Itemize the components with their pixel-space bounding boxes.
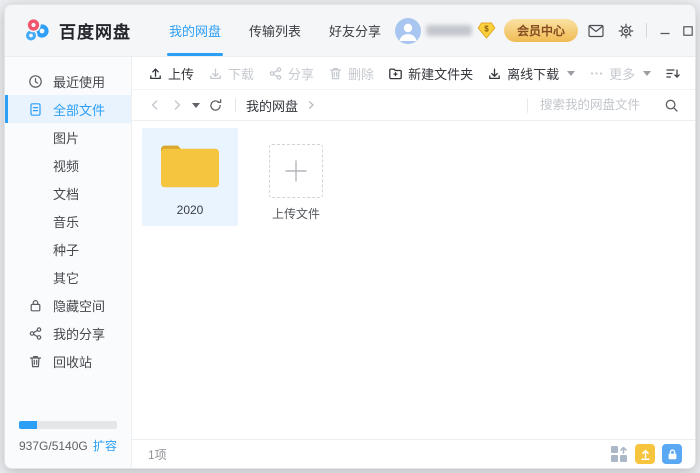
baidu-netdisk-logo-icon xyxy=(23,17,51,44)
download-icon xyxy=(208,66,223,81)
share-icon xyxy=(27,326,43,341)
sidebar-item-recent[interactable]: 最近使用 xyxy=(5,67,131,95)
sidebar-item-videos[interactable]: 视频 xyxy=(5,151,131,179)
chevron-right-icon xyxy=(170,98,184,112)
sort-button[interactable] xyxy=(665,66,681,81)
storage-progress-fill xyxy=(19,421,37,429)
username-blurred xyxy=(426,25,472,36)
item-count: 1项 xyxy=(148,446,167,463)
search-icon[interactable] xyxy=(664,98,679,113)
folder-tile-2020[interactable]: 2020 xyxy=(142,128,238,226)
app-window: 百度网盘 我的网盘 传输列表 好友分享 $ 会员中心 xyxy=(4,4,696,469)
member-center-button[interactable]: 会员中心 xyxy=(504,19,578,42)
file-grid: 2020 上传文件 xyxy=(132,121,695,439)
breadcrumb-root[interactable]: 我的网盘 xyxy=(246,96,298,115)
app-title: 百度网盘 xyxy=(59,18,131,43)
upload-tasks-icon[interactable] xyxy=(635,444,655,464)
vip-badge-icon[interactable]: $ xyxy=(477,22,496,39)
maximize-button[interactable] xyxy=(678,19,696,43)
delete-icon xyxy=(328,66,343,81)
chevron-left-icon xyxy=(148,98,162,112)
lock-icon xyxy=(666,448,679,461)
sidebar-item-documents[interactable]: 文档 xyxy=(5,179,131,207)
expand-storage-link[interactable]: 扩容 xyxy=(93,437,117,454)
sidebar-item-torrents[interactable]: 种子 xyxy=(5,235,131,263)
main-tabs: 我的网盘 传输列表 好友分享 xyxy=(155,5,395,56)
person-icon xyxy=(395,18,421,44)
new-folder-button[interactable]: 新建文件夹 xyxy=(388,64,473,83)
refresh-button[interactable] xyxy=(208,98,223,113)
folder-name: 2020 xyxy=(177,203,204,217)
offline-download-icon xyxy=(487,66,502,81)
search-input[interactable] xyxy=(540,98,662,112)
sidebar-item-all-files[interactable]: 全部文件 xyxy=(5,95,131,123)
file-icon xyxy=(27,102,43,117)
plus-icon xyxy=(269,144,323,198)
more-icon xyxy=(589,66,604,81)
search-box xyxy=(527,98,679,113)
chevron-down-icon xyxy=(643,71,651,76)
refresh-icon xyxy=(208,98,223,113)
clock-icon xyxy=(27,74,43,89)
header-right: $ 会员中心 xyxy=(395,18,696,44)
breadcrumb-separator-icon xyxy=(306,100,316,110)
sidebar: 最近使用 全部文件 图片 视频 文档 音乐 种子 其它 隐藏空间 我的分享 xyxy=(5,57,132,468)
maximize-icon xyxy=(682,25,694,37)
lock-icon xyxy=(27,298,43,313)
share-icon xyxy=(268,66,283,81)
more-button[interactable]: 更多 xyxy=(589,64,651,83)
upload-icon xyxy=(148,66,163,81)
upload-button[interactable]: 上传 xyxy=(148,64,194,83)
download-button[interactable]: 下载 xyxy=(208,64,254,83)
mini-window-icon[interactable] xyxy=(610,445,628,463)
sidebar-item-my-shares[interactable]: 我的分享 xyxy=(5,319,131,347)
folder-icon xyxy=(158,140,222,192)
navigation-bar: 我的网盘 xyxy=(132,89,695,121)
storage-usage-text: 937G/5140G xyxy=(19,439,88,453)
svg-text:$: $ xyxy=(484,24,489,33)
status-bar: 1项 xyxy=(132,439,695,468)
sidebar-item-music[interactable]: 音乐 xyxy=(5,207,131,235)
share-button[interactable]: 分享 xyxy=(268,64,314,83)
storage-progress xyxy=(19,421,117,429)
settings-button[interactable] xyxy=(614,19,638,43)
offline-download-button[interactable]: 离线下载 xyxy=(487,64,575,83)
upload-tile-label: 上传文件 xyxy=(272,205,320,222)
sidebar-item-hidden-space[interactable]: 隐藏空间 xyxy=(5,291,131,319)
minimize-icon xyxy=(659,25,671,37)
sidebar-item-recycle-bin[interactable]: 回收站 xyxy=(5,347,131,375)
sidebar-item-pictures[interactable]: 图片 xyxy=(5,123,131,151)
nav-divider xyxy=(235,98,236,112)
back-button[interactable] xyxy=(148,98,162,112)
storage-panel: 937G/5140G 扩容 xyxy=(5,411,131,468)
envelope-icon xyxy=(588,24,604,38)
title-bar: 百度网盘 我的网盘 传输列表 好友分享 $ 会员中心 xyxy=(5,5,695,57)
user-avatar[interactable] xyxy=(395,18,421,44)
main-panel: 上传 下载 分享 删除 新建文件夹 xyxy=(132,57,695,468)
sort-icon xyxy=(665,66,681,81)
upload-file-tile[interactable]: 上传文件 xyxy=(248,128,344,231)
message-button[interactable] xyxy=(584,19,608,43)
header-divider xyxy=(646,23,647,38)
forward-button[interactable] xyxy=(170,98,184,112)
new-folder-icon xyxy=(388,66,403,81)
tab-transfer-list[interactable]: 传输列表 xyxy=(235,5,315,56)
chevron-down-icon xyxy=(567,71,575,76)
history-dropdown-button[interactable] xyxy=(192,103,200,108)
minimize-button[interactable] xyxy=(655,19,675,43)
toolbar: 上传 下载 分享 删除 新建文件夹 xyxy=(132,57,695,89)
delete-button[interactable]: 删除 xyxy=(328,64,374,83)
tab-my-drive[interactable]: 我的网盘 xyxy=(155,5,235,56)
sidebar-item-others[interactable]: 其它 xyxy=(5,263,131,291)
gear-icon xyxy=(618,23,634,39)
trash-icon xyxy=(27,354,43,369)
locked-space-icon[interactable] xyxy=(662,444,682,464)
chevron-down-icon xyxy=(192,103,200,108)
app-logo: 百度网盘 xyxy=(23,17,131,44)
tab-friend-share[interactable]: 好友分享 xyxy=(315,5,395,56)
